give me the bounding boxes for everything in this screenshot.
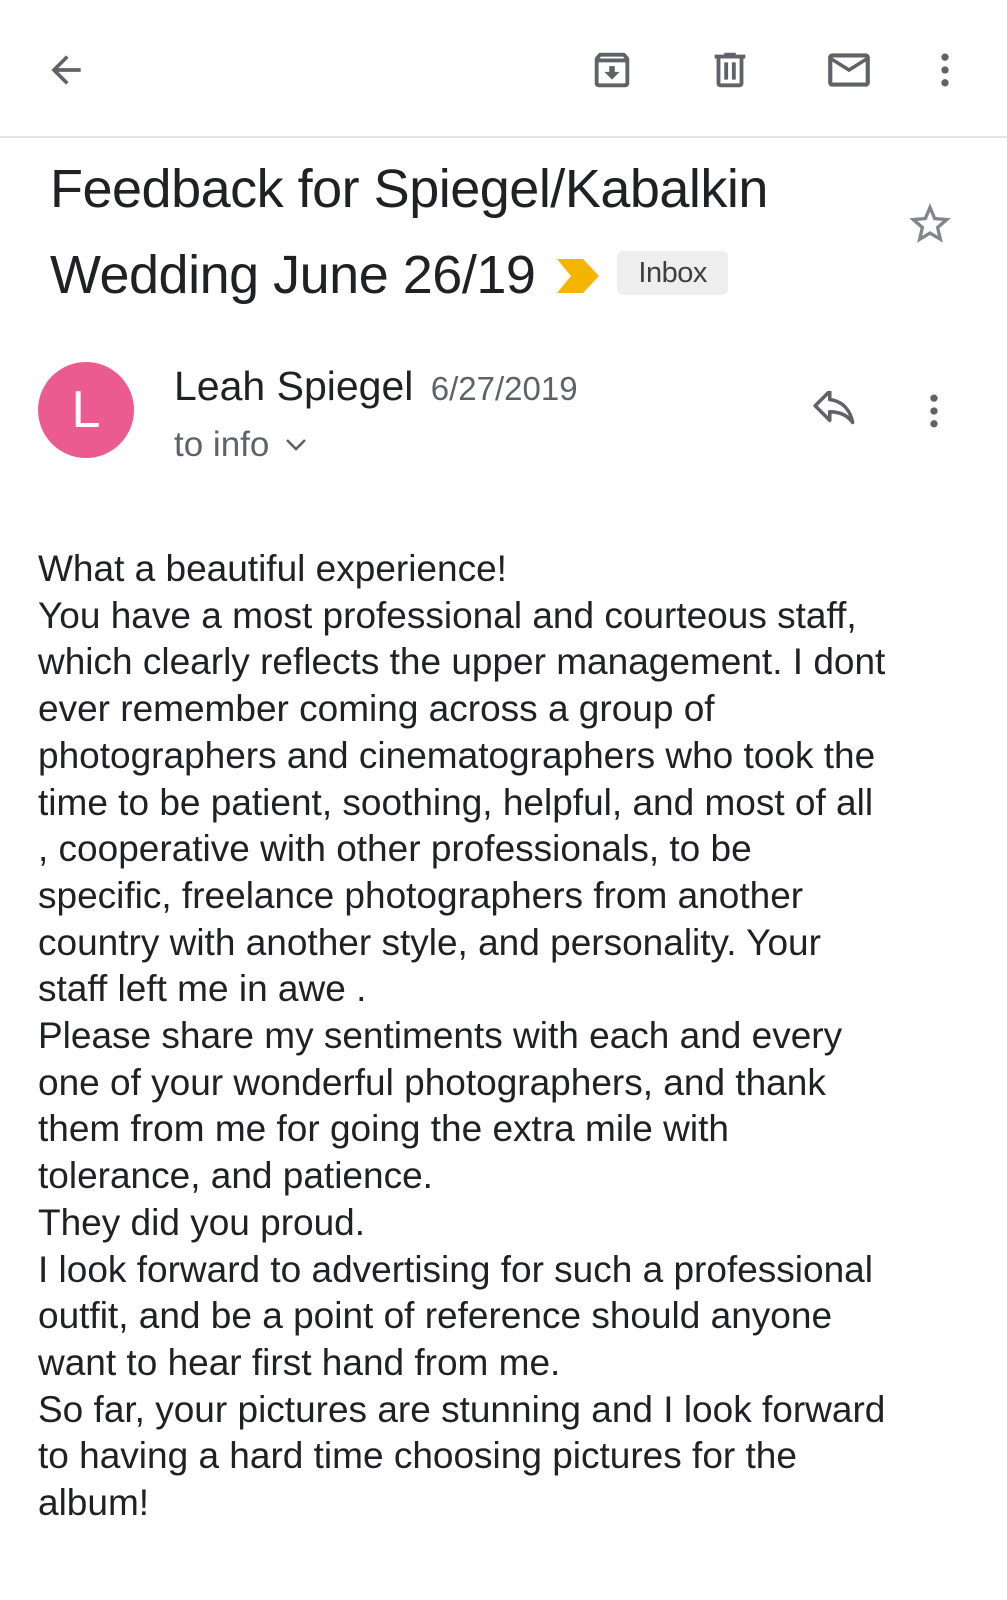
arrow-back-icon: [51, 55, 81, 85]
body-line: I look forward to advertising for such a…: [38, 1248, 873, 1290]
sent-date: 6/27/2019: [430, 370, 578, 407]
body-line: You have a most professional and courteo…: [38, 594, 857, 636]
back-button[interactable]: [34, 38, 98, 102]
reply-icon: [813, 391, 855, 425]
delete-button[interactable]: [698, 38, 762, 102]
more-options-button[interactable]: [920, 38, 970, 102]
subject-line-1: Feedback for Spiegel/Kabalkin: [50, 159, 768, 219]
message-more-options-button[interactable]: [912, 386, 956, 436]
more-vert-icon: [941, 53, 949, 87]
body-line: album!: [38, 1482, 150, 1524]
email-view: Feedback for Spiegel/Kabalkin Wedding Ju…: [0, 0, 1007, 1600]
body-line: outfit, and be a point of reference shou…: [38, 1295, 833, 1337]
sender-name: Leah Spiegel: [174, 363, 414, 409]
body-line: ever remember coming across a group of: [38, 688, 715, 730]
reply-button[interactable]: [806, 386, 866, 436]
body-line: one of your wonderful photographers, and…: [38, 1061, 826, 1103]
body-line: time to be patient, soothing, helpful, a…: [38, 781, 874, 823]
star-outline-icon: [909, 203, 951, 243]
body-line: tolerance, and patience.: [38, 1155, 433, 1197]
trash-icon: [714, 52, 746, 88]
body-line: which clearly reflects the upper managem…: [38, 641, 886, 683]
body-line: country with another style, and personal…: [38, 921, 821, 963]
chevron-down-icon: [285, 438, 307, 452]
body-line: them from me for going the extra mile wi…: [38, 1108, 729, 1150]
body-line: So far, your pictures are stunning and I…: [38, 1388, 886, 1430]
sender-avatar[interactable]: L: [38, 362, 134, 458]
body-line: What a beautiful experience!: [38, 548, 507, 589]
body-line: staff left me in awe .: [38, 968, 367, 1010]
subject-line-2: Wedding June 26/19: [50, 245, 536, 305]
body-line: Please share my sentiments with each and…: [38, 1015, 843, 1057]
recipient-text: to info: [174, 425, 270, 464]
recipient-details-toggle[interactable]: to info: [174, 423, 307, 467]
mark-unread-button[interactable]: [817, 38, 881, 102]
archive-button[interactable]: [580, 38, 644, 102]
subject-header: Feedback for Spiegel/Kabalkin Wedding Ju…: [50, 146, 930, 322]
body-line: , cooperative with other professionals, …: [38, 828, 752, 870]
sender-row: Leah Spiegel 6/27/2019: [174, 362, 578, 413]
more-vert-icon: [930, 394, 938, 428]
email-body: What a beautiful experience! You have a m…: [38, 546, 973, 1527]
body-line: want to hear first hand from me.: [38, 1341, 561, 1383]
importance-marker-icon[interactable]: [557, 232, 600, 318]
body-line: specific, freelance photographers from a…: [38, 874, 804, 916]
body-line: to having a hard time choosing pictures …: [38, 1435, 797, 1477]
star-button[interactable]: [902, 196, 958, 252]
inbox-label-chip[interactable]: Inbox: [617, 250, 728, 295]
subject-line-2-row: Wedding June 26/19 Inbox: [50, 232, 930, 322]
top-toolbar: [0, 0, 1007, 138]
mail-unread-icon: [828, 53, 870, 87]
archive-icon: [594, 52, 630, 88]
body-line: They did you proud.: [38, 1201, 366, 1243]
body-line: photographers and cinematographers who t…: [38, 734, 876, 776]
